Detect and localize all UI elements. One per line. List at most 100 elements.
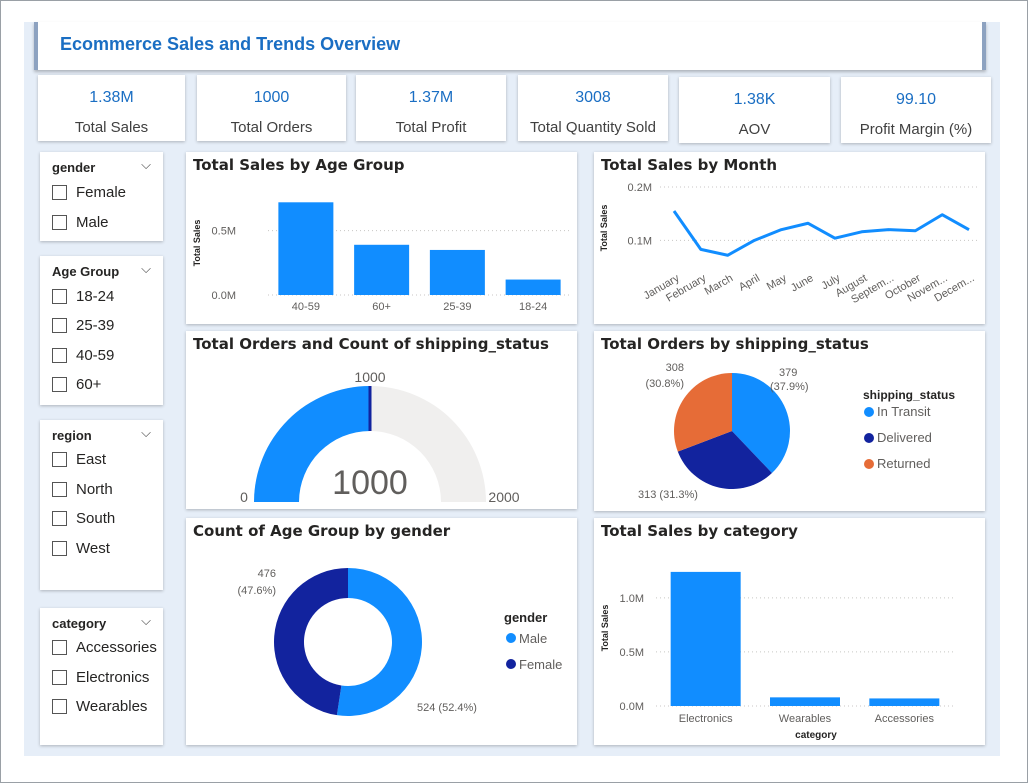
y-axis-title: Total Sales: [600, 605, 610, 652]
kpi-label: Total Profit: [395, 119, 467, 136]
checkbox[interactable]: [52, 481, 67, 497]
checkbox[interactable]: [52, 540, 67, 556]
kpi-card-profit-margin[interactable]: 99.10 Profit Margin (%): [841, 77, 991, 143]
y-tick-label: 0.5M: [620, 647, 644, 659]
chart-card-orders-by-shipping[interactable]: Total Orders by shipping_status 379 (37.9…: [594, 331, 985, 511]
checkbox[interactable]: [52, 376, 67, 392]
slicer-option-south[interactable]: South: [52, 507, 115, 529]
slicer-option-label: 40-59: [76, 346, 115, 364]
kpi-label: Total Quantity Sold: [530, 119, 656, 136]
checkbox[interactable]: [52, 669, 67, 685]
bar-wearables: [770, 697, 840, 706]
data-label: 476: [258, 568, 276, 580]
slicer-option-wearables[interactable]: Wearables: [52, 695, 147, 717]
sales-by-category-chart: 0.0M 0.5M 1.0M Total Sales Electronics Wearab…: [600, 571, 954, 741]
legend-label: Delivered: [877, 430, 932, 445]
slicer-option-female[interactable]: Female: [52, 181, 126, 203]
chart-card-sales-by-category[interactable]: Total Sales by category 0.0M 0.5M 1.0M Tota…: [594, 518, 985, 745]
kpi-value: 99.10: [895, 91, 937, 108]
y-tick-label: 0.5M: [212, 226, 236, 238]
kpi-value: 1.38K: [733, 91, 776, 108]
slicer-option-label: 25-39: [76, 316, 115, 334]
sales-by-month-chart: 0.1M0.2MTotal SalesJanuaryFebruaryMarch A…: [599, 182, 979, 306]
checkbox[interactable]: [52, 347, 67, 363]
checkbox[interactable]: [52, 214, 67, 230]
slicer-option-18-24[interactable]: 18-24: [52, 285, 114, 307]
slicer-option-label: 18-24: [76, 287, 115, 305]
slicer-option-60-plus[interactable]: 60+: [52, 373, 101, 395]
data-label: (47.6%): [237, 585, 276, 597]
data-label: 379: [779, 367, 797, 379]
x-tick-label: Wearables: [779, 713, 832, 725]
x-tick-label: March: [703, 272, 735, 298]
report-title-bar: Ecommerce Sales and Trends Overview: [34, 22, 986, 70]
checkbox[interactable]: [52, 288, 67, 304]
slicer-option-accessories[interactable]: Accessories: [52, 636, 157, 658]
chevron-down-icon[interactable]: ⌵: [141, 426, 151, 441]
slicer-option-male[interactable]: Male: [52, 211, 109, 233]
region-slicer: region ⌵ East North South West: [40, 420, 163, 590]
bar-accessories: [869, 698, 940, 706]
legend-label: Returned: [877, 456, 930, 471]
legend-marker: [864, 407, 874, 417]
checkbox[interactable]: [52, 451, 67, 467]
kpi-card-total-sales[interactable]: 1.38M Total Sales: [38, 75, 185, 141]
chart-card-sales-by-age[interactable]: Total Sales by Age Group 0.0M 0.5M Total S…: [186, 152, 577, 324]
y-tick-label: 0.2M: [628, 182, 652, 194]
kpi-card-total-profit[interactable]: 1.37M Total Profit: [356, 75, 506, 141]
legend-marker: [506, 633, 516, 643]
chart-card-orders-gauge[interactable]: Total Orders and Count of shipping_statu…: [186, 331, 577, 509]
x-tick-label: 18-24: [519, 301, 547, 313]
x-tick-label: May: [765, 272, 789, 293]
slicer-option-north[interactable]: North: [52, 478, 113, 500]
x-tick-label: 60+: [372, 301, 391, 313]
slicer-header: category: [52, 616, 107, 631]
sales-by-age-chart: 0.0M 0.5M Total Sales 40-59 60+ 25-39 18-24: [192, 202, 571, 313]
age-by-gender-chart: 476 (47.6%) 524 (52.4%) gender Male Female: [237, 568, 562, 716]
chart-card-sales-by-month[interactable]: Total Sales by Month 0.1M 0.2M Total Sales…: [594, 152, 985, 324]
y-axis-title: Total Sales: [192, 220, 202, 267]
slicer-header: Age Group: [52, 264, 120, 279]
slicer-option-40-59[interactable]: 40-59: [52, 344, 114, 366]
slicer-option-label: Accessories: [76, 638, 157, 656]
slicer-option-west[interactable]: West: [52, 537, 110, 559]
orders-gauge-chart: 1000 1000 0 2000: [240, 369, 520, 505]
y-axis-title: Total Sales: [599, 205, 609, 252]
chart-card-age-by-gender[interactable]: Count of Age Group by gender 476 (47.6%) 5…: [186, 518, 577, 745]
checkbox[interactable]: [52, 510, 67, 526]
kpi-card-aov[interactable]: 1.38K AOV: [679, 77, 830, 143]
slicer-option-label: South: [76, 509, 116, 527]
legend-label: In Transit: [877, 404, 931, 419]
chevron-down-icon[interactable]: ⌵: [141, 614, 151, 629]
x-tick-label: 25-39: [443, 301, 471, 313]
bar-25-39: [429, 249, 485, 295]
slicer-option-east[interactable]: East: [52, 448, 106, 470]
report-title: Ecommerce Sales and Trends Overview: [60, 34, 401, 54]
age-group-slicer: Age Group ⌵ 18-24 25-39 40-59 60+: [40, 256, 163, 405]
kpi-card-total-quantity[interactable]: 3008 Total Quantity Sold: [518, 75, 668, 141]
gauge-min-label: 0: [240, 489, 248, 505]
gender-slicer: gender ⌵ Female Male: [40, 152, 163, 241]
x-tick-label: Electronics: [679, 713, 733, 725]
chevron-down-icon[interactable]: ⌵: [141, 158, 151, 173]
x-axis-title: category: [795, 730, 837, 741]
slicer-option-label: East: [76, 450, 107, 468]
slicer-option-25-39[interactable]: 25-39: [52, 314, 114, 336]
x-tick-label: April: [737, 272, 762, 293]
kpi-value: 3008: [575, 89, 611, 106]
y-tick-label: 0.1M: [628, 235, 652, 247]
gauge-max-label: 2000: [488, 489, 519, 505]
slicer-header: region: [52, 428, 92, 443]
checkbox[interactable]: [52, 698, 67, 714]
checkbox[interactable]: [52, 184, 67, 200]
kpi-label: AOV: [738, 121, 771, 138]
chevron-down-icon[interactable]: ⌵: [141, 262, 151, 277]
checkbox[interactable]: [52, 639, 67, 655]
slicer-header: gender: [52, 160, 96, 175]
kpi-card-total-orders[interactable]: 1000 Total Orders: [197, 75, 346, 141]
orders-by-shipping-chart: 379 (37.9%) 308 (30.8%) 313 (31.3%) shipping_…: [638, 362, 955, 501]
checkbox[interactable]: [52, 317, 67, 333]
kpi-value: 1000: [253, 89, 290, 106]
x-tick-label: June: [789, 272, 816, 294]
slicer-option-electronics[interactable]: Electronics: [52, 666, 149, 688]
